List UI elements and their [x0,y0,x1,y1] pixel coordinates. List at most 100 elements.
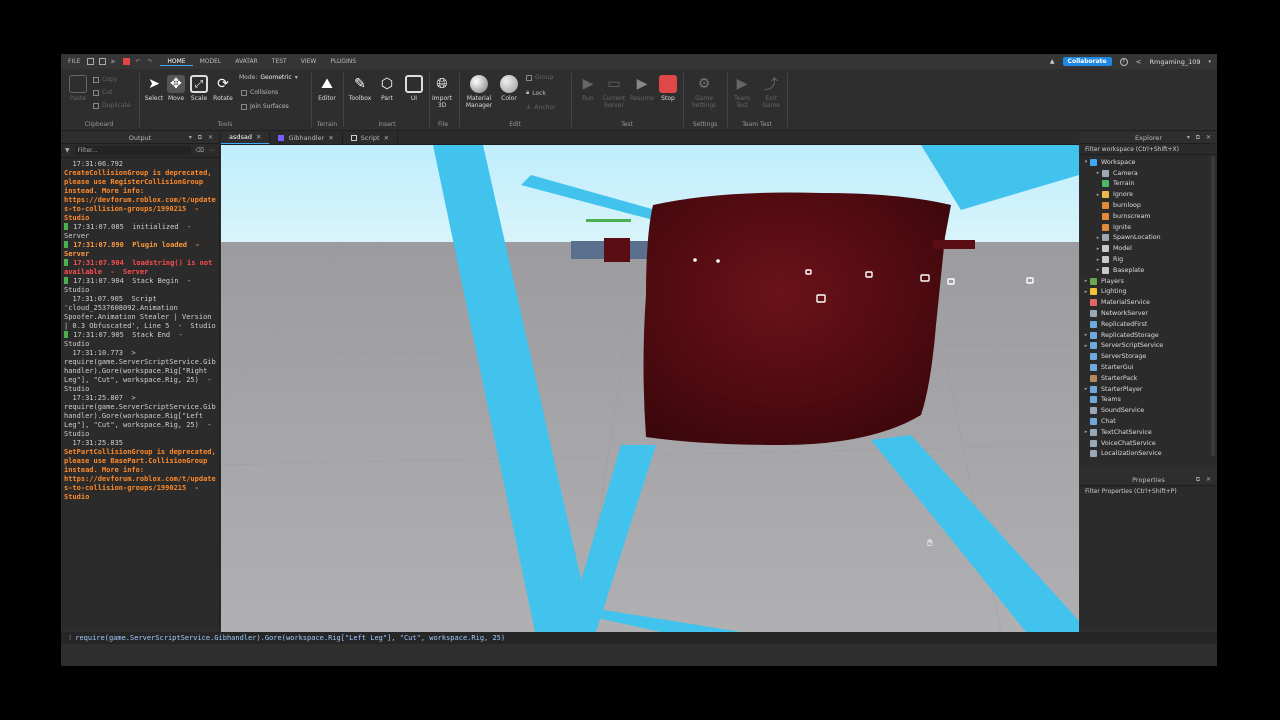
explorer-item[interactable]: ServerStorage [1080,351,1217,362]
command-bar[interactable]: ⁝ require(game.ServerScriptService.Gibhan… [61,632,1217,644]
menu-view[interactable]: VIEW [294,58,324,65]
explorer-item[interactable]: LocalizationService [1080,449,1217,460]
panel-controls[interactable]: ▾ ⧉ ✕ [1187,132,1213,144]
menu-test[interactable]: TEST [265,58,294,65]
expand-arrow-icon[interactable]: ▸ [1082,386,1090,392]
expand-arrow-icon[interactable]: ▾ [1082,159,1090,165]
redo-icon[interactable]: ↷ [147,58,154,65]
menu-file[interactable]: FILE [61,58,87,65]
explorer-scrollbar[interactable] [1211,156,1215,456]
paste-button[interactable]: Paste [65,75,91,102]
explorer-item[interactable]: ▸ Baseplate [1080,265,1217,276]
undo-icon[interactable]: ↶ [135,58,142,65]
explorer-item[interactable]: ▸ SpawnLocation [1080,233,1217,244]
collisions-checkbox[interactable] [241,89,247,96]
toolbox-button[interactable]: ✎ Toolbox [347,75,373,102]
expand-arrow-icon[interactable]: ▸ [1094,267,1102,273]
clear-output-icon[interactable]: ⌫ [196,147,204,154]
share-icon[interactable]: < [1136,58,1142,66]
duplicate-button[interactable]: Duplicate [93,102,131,109]
import-3d-button[interactable]: 🌐︎ Import 3D [429,75,455,109]
command-bar-input[interactable]: require(game.ServerScriptService.Gibhand… [75,634,505,642]
explorer-filter-input[interactable]: Filter workspace (Ctrl+Shift+X) [1080,144,1217,155]
expand-arrow-icon[interactable]: ▸ [1094,170,1102,176]
panel-controls[interactable]: ▾ ⧉ ✕ [189,132,215,144]
team-test-button[interactable]: ▶ Team Test [729,75,755,109]
output-filter-input[interactable]: Filter... [74,146,191,155]
menu-avatar[interactable]: AVATAR [228,58,265,65]
explorer-item[interactable]: burnloop [1080,200,1217,211]
explorer-item[interactable]: burnscream [1080,211,1217,222]
menu-model[interactable]: MODEL [193,58,229,65]
tab-script[interactable]: Script ✕ [343,132,399,145]
material-manager-button[interactable]: Material Manager [463,75,495,109]
panel-controls[interactable]: ⧉ ✕ [1196,474,1213,486]
expand-arrow-icon[interactable]: ▸ [1082,289,1090,295]
explorer-item[interactable]: NetworkServer [1080,308,1217,319]
explorer-item[interactable]: StarterGui [1080,362,1217,373]
menu-plugins[interactable]: PLUGINS [323,58,363,65]
collisions-toggle[interactable]: Collisions [241,89,278,96]
close-icon[interactable]: ✕ [384,132,389,145]
expand-arrow-icon[interactable]: ▸ [1082,343,1090,349]
explorer-item[interactable]: MaterialService [1080,297,1217,308]
explorer-item[interactable]: ▸ ReplicatedStorage [1080,330,1217,341]
close-icon[interactable]: ✕ [256,131,261,144]
explorer-item[interactable]: Chat [1080,416,1217,427]
explorer-item[interactable]: ▸ Ignore [1080,189,1217,200]
chevron-down-icon[interactable]: ▾ [1208,59,1211,65]
expand-arrow-icon[interactable]: ▸ [1082,278,1090,284]
explorer-item[interactable]: Ignite [1080,222,1217,233]
viewport-scene[interactable]: ✋︎ [221,145,1079,632]
terrain-editor-button[interactable]: ⛰ Editor [314,75,340,102]
username[interactable]: Rmgaming_109 [1149,58,1200,66]
explorer-item[interactable]: ▸ Players [1080,276,1217,287]
explorer-item[interactable]: ▸ Lighting [1080,287,1217,298]
expand-arrow-icon[interactable]: ▸ [1094,257,1102,263]
lock-button[interactable]: 🔒︎ Lock [526,89,546,97]
new-file-icon[interactable] [87,58,95,65]
collapse-ribbon-icon[interactable]: ▲ [1050,58,1055,65]
stop-button[interactable]: Stop [655,75,681,102]
save-icon[interactable] [99,58,107,65]
explorer-item[interactable]: SoundService [1080,405,1217,416]
scale-button[interactable]: ⤢ Scale [186,75,212,102]
join-surfaces-toggle[interactable]: Join Surfaces [241,103,289,110]
explorer-item[interactable]: ▸ Camera [1080,168,1217,179]
explorer-item[interactable]: ▸ StarterPlayer [1080,384,1217,395]
explorer-item[interactable]: Teams [1080,395,1217,406]
stop-icon[interactable] [123,58,131,65]
explorer-item[interactable]: ▸ Model [1080,243,1217,254]
exit-game-button[interactable]: ⤴ Exit Game [758,75,784,109]
tab-gibhandler[interactable]: Gibhandler ✕ [270,132,343,145]
explorer-item[interactable]: StarterPack [1080,373,1217,384]
explorer-item[interactable]: ▸ ServerScriptService [1080,341,1217,352]
explorer-item[interactable]: ▾ Workspace [1080,157,1217,168]
color-button[interactable]: Color [496,75,522,102]
expand-arrow-icon[interactable]: ▸ [1094,246,1102,252]
close-icon[interactable]: ✕ [328,132,333,145]
expand-arrow-icon[interactable]: ▸ [1082,429,1090,435]
game-settings-button[interactable]: ⚙ Game Settings [691,75,717,109]
tab-asdsad[interactable]: asdsad ✕ [221,131,271,144]
filter-icon[interactable]: ▼ [65,147,70,154]
expand-arrow-icon[interactable]: ▸ [1082,332,1090,338]
collaborate-button[interactable]: Collaborate [1062,57,1112,66]
join-surfaces-checkbox[interactable] [241,103,247,110]
explorer-item[interactable]: VoiceChatService [1080,438,1217,449]
expand-arrow-icon[interactable]: ▸ [1094,192,1102,198]
cut-button[interactable]: Cut [93,89,112,96]
explorer-item[interactable]: ▸ Rig [1080,254,1217,265]
properties-filter-input[interactable]: Filter Properties (Ctrl+Shift+P) [1080,486,1217,498]
copy-button[interactable]: Copy [93,76,117,83]
anchor-button[interactable]: ⚓︎ Anchor [526,104,556,111]
group-button[interactable]: Group [526,74,553,81]
more-icon[interactable]: ⋯ [209,147,215,154]
explorer-item[interactable]: ReplicatedFirst [1080,319,1217,330]
part-button[interactable]: ⬡ Part [374,75,400,102]
explorer-item[interactable]: ▸ TextChatService [1080,427,1217,438]
play-icon[interactable]: ▶ [111,58,118,65]
resume-button[interactable]: ▶ Resume [629,75,655,102]
ui-button[interactable]: UI [401,75,427,102]
rotate-button[interactable]: ⟳ Rotate [210,75,236,102]
